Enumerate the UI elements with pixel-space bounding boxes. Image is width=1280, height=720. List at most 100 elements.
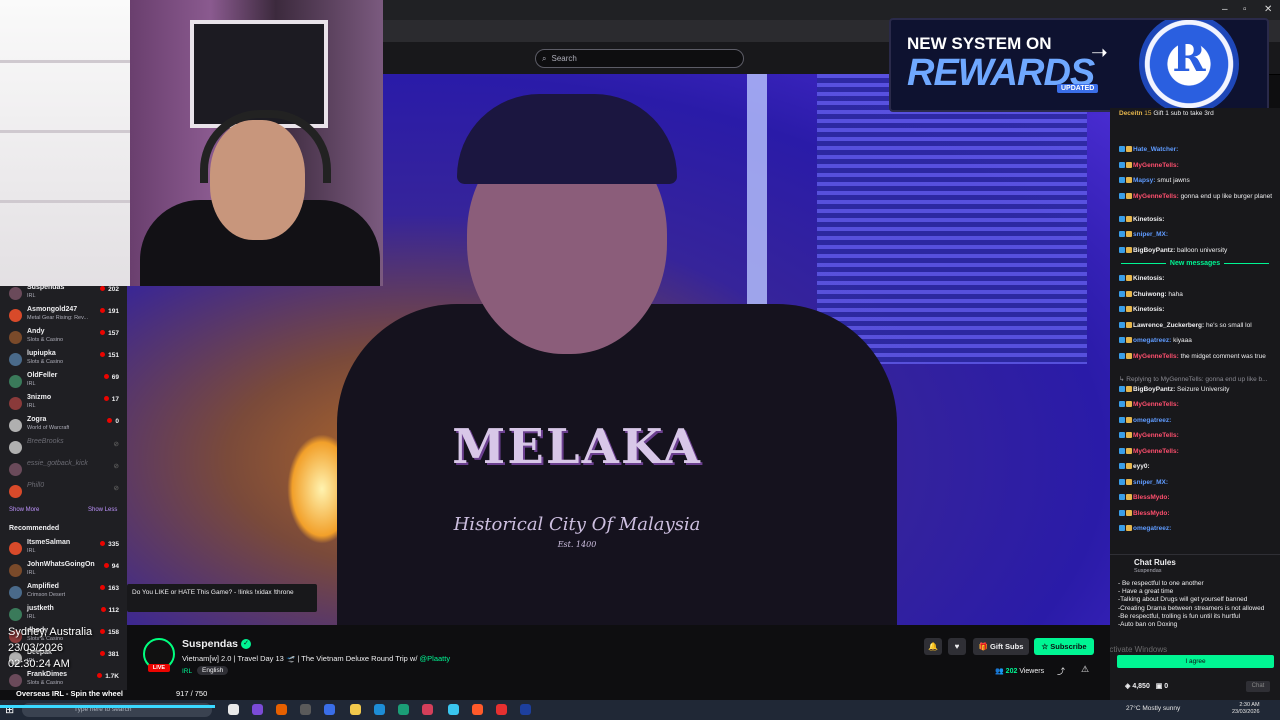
- share-icon[interactable]: ⤴: [1057, 666, 1065, 677]
- channel-name: Suspendas: [27, 286, 65, 291]
- offline-icon: ⊘: [113, 441, 119, 448]
- channel-viewers: 202: [100, 286, 119, 293]
- gift-sub-prompt[interactable]: Gift 1 sub to take 3rd: [1153, 110, 1213, 117]
- chat-message: BigBoyPantz: balloon university: [1119, 247, 1277, 255]
- chat-username[interactable]: Mapsy:: [1133, 177, 1155, 184]
- channel-avatar: [9, 441, 22, 454]
- more-options-icon[interactable]: ⚠: [1081, 664, 1089, 675]
- overlay-date: 23/03/2026: [8, 642, 64, 654]
- taskbar-clock[interactable]: 2:30 AM 23/03/2026: [1232, 702, 1260, 716]
- chrome-icon[interactable]: [228, 704, 239, 715]
- chat-username[interactable]: Hate_Watcher:: [1133, 146, 1178, 153]
- chat-username[interactable]: omegatreez:: [1133, 417, 1171, 424]
- chat-username[interactable]: BlessMydo:: [1133, 510, 1169, 517]
- search-input[interactable]: ⌕ Search: [535, 49, 744, 68]
- app-icon[interactable]: [374, 704, 385, 715]
- live-badge: LIVE: [148, 664, 170, 672]
- followed-channel-item[interactable]: OldFeller IRL 69: [0, 370, 127, 392]
- top-gifter-row: Deceitn 15 Gift 1 sub to take 3rd: [1119, 110, 1277, 118]
- followed-channel-item[interactable]: Zogra World of Warcraft 0: [0, 414, 127, 436]
- chat-username[interactable]: BigBoyPantz:: [1133, 247, 1175, 254]
- chat-username[interactable]: sniper_MX:: [1133, 479, 1168, 486]
- banner-updated-badge: UPDATED: [1057, 84, 1099, 93]
- chat-send-button[interactable]: Chat: [1246, 681, 1270, 692]
- channel-avatar: [9, 586, 22, 599]
- brave-icon[interactable]: [472, 704, 483, 715]
- gift-subs-button[interactable]: 🎁 Gift Subs: [973, 638, 1029, 655]
- recommended-channel-item[interactable]: ItsmeSalman IRL 335: [0, 537, 127, 559]
- followed-channel-item[interactable]: 3nizmo IRL 17: [0, 392, 127, 414]
- chat-username[interactable]: MyGenneTells:: [1133, 448, 1179, 455]
- chat-username[interactable]: MyGenneTells:: [1133, 193, 1179, 200]
- taskbar-weather[interactable]: 27°C Mostly sunny: [1126, 705, 1180, 712]
- app-icon[interactable]: [520, 704, 531, 715]
- folder-icon[interactable]: [350, 704, 361, 715]
- recommended-channel-item[interactable]: justketh IRL 112: [0, 603, 127, 625]
- chat-message: BlessMydo:: [1119, 494, 1277, 502]
- overlay-time: 02:30:24 AM: [8, 658, 70, 670]
- close-icon[interactable]: ✕: [1264, 4, 1272, 15]
- chat-badge-icon: [1126, 146, 1132, 153]
- chat-username[interactable]: omegatreez:: [1133, 337, 1171, 344]
- app-icon[interactable]: [422, 704, 433, 715]
- channel-game: World of Warcraft: [27, 425, 70, 431]
- chat-username[interactable]: MyGenneTells:: [1133, 353, 1179, 360]
- recommended-channel-item[interactable]: Amplified Crimson Desert 163: [0, 581, 127, 603]
- chat-username[interactable]: Lawrence_Zuckerberg:: [1133, 322, 1204, 329]
- chat-username[interactable]: MyGenneTells:: [1133, 432, 1179, 439]
- show-more-link[interactable]: Show More: [9, 507, 39, 513]
- chat-username[interactable]: MyGenneTells:: [1133, 162, 1179, 169]
- chat-badge-icon: [1126, 231, 1132, 238]
- stream-category[interactable]: IRL: [182, 668, 192, 675]
- language-tag[interactable]: English: [197, 666, 229, 675]
- minimize-icon[interactable]: –: [1222, 4, 1228, 15]
- recommended-channel-item[interactable]: JohnWhatsGoingOn IRL 94: [0, 559, 127, 581]
- search-placeholder: Search: [551, 54, 577, 63]
- streamer-name[interactable]: Suspendas: [182, 638, 238, 650]
- stream-title-mention[interactable]: @Plaatty: [420, 654, 451, 663]
- subscribe-button[interactable]: ☆ Subscribe: [1034, 638, 1094, 655]
- sub-goal-counter: 917 / 750: [176, 689, 208, 698]
- chat-username[interactable]: MyGenneTells:: [1133, 401, 1179, 408]
- chat-username[interactable]: Kinetosis:: [1133, 275, 1164, 282]
- app-icon[interactable]: [324, 704, 335, 715]
- offline-channel-item[interactable]: Phill0 ⊘: [0, 480, 127, 502]
- offline-channel-item[interactable]: BreeBrooks ⊘: [0, 436, 127, 458]
- recommended-channel-item[interactable]: FrankDimes Slots & Casino 1.7K: [0, 669, 127, 690]
- channel-avatar: [9, 674, 22, 687]
- chat-badge-icon: [1126, 447, 1132, 454]
- chat-message: MyGenneTells: gonna end up like burger p…: [1119, 193, 1277, 201]
- chat-username[interactable]: BlessMydo:: [1133, 494, 1169, 501]
- chat-username[interactable]: BigBoyPantz:: [1133, 386, 1175, 393]
- notification-bell-icon[interactable]: 🔔: [924, 638, 942, 655]
- followed-channel-item[interactable]: Andy Slots & Casino 157: [0, 326, 127, 348]
- maximize-icon[interactable]: ▫: [1243, 4, 1247, 15]
- chat-text: balloon university: [1175, 246, 1228, 254]
- edge-icon[interactable]: [398, 704, 409, 715]
- heart-follow-icon[interactable]: ♥: [948, 638, 966, 655]
- chat-username[interactable]: eyy0:: [1133, 463, 1150, 470]
- channel-viewers: 163: [100, 585, 119, 592]
- chat-username[interactable]: Kinetosis:: [1133, 216, 1164, 223]
- followed-channel-item[interactable]: Suspendas IRL 202: [0, 286, 127, 304]
- firefox-icon[interactable]: [276, 704, 287, 715]
- followed-channel-item[interactable]: lupiupka Slots & Casino 151: [0, 348, 127, 370]
- offline-channel-item[interactable]: essie_gotback_kick ⊘: [0, 458, 127, 480]
- top-gifter-name: Deceitn: [1119, 110, 1143, 117]
- channel-name: essie_gotback_kick: [27, 460, 88, 467]
- app-icon[interactable]: [448, 704, 459, 715]
- channel-points[interactable]: ◈ 4,850 ▣ 0: [1125, 682, 1168, 690]
- chat-username[interactable]: sniper_MX:: [1133, 231, 1168, 238]
- followed-channel-item[interactable]: Asmongold247 Metal Gear Rising: Rev... 191: [0, 304, 127, 326]
- channel-viewers: 158: [100, 629, 119, 636]
- show-less-link[interactable]: Show Less: [88, 507, 117, 513]
- location-overlay: Sydney, Australia 23/03/2026 02:30:24 AM: [8, 624, 92, 672]
- app-icon[interactable]: [252, 704, 263, 715]
- chat-username[interactable]: omegatreez:: [1133, 525, 1171, 532]
- agree-button[interactable]: I agree: [1117, 655, 1274, 668]
- obs-icon[interactable]: [300, 704, 311, 715]
- chat-username[interactable]: Kinetosis:: [1133, 306, 1164, 313]
- app-icon[interactable]: [496, 704, 507, 715]
- channel-avatar: [9, 542, 22, 555]
- chat-username[interactable]: Chuiwong:: [1133, 291, 1167, 298]
